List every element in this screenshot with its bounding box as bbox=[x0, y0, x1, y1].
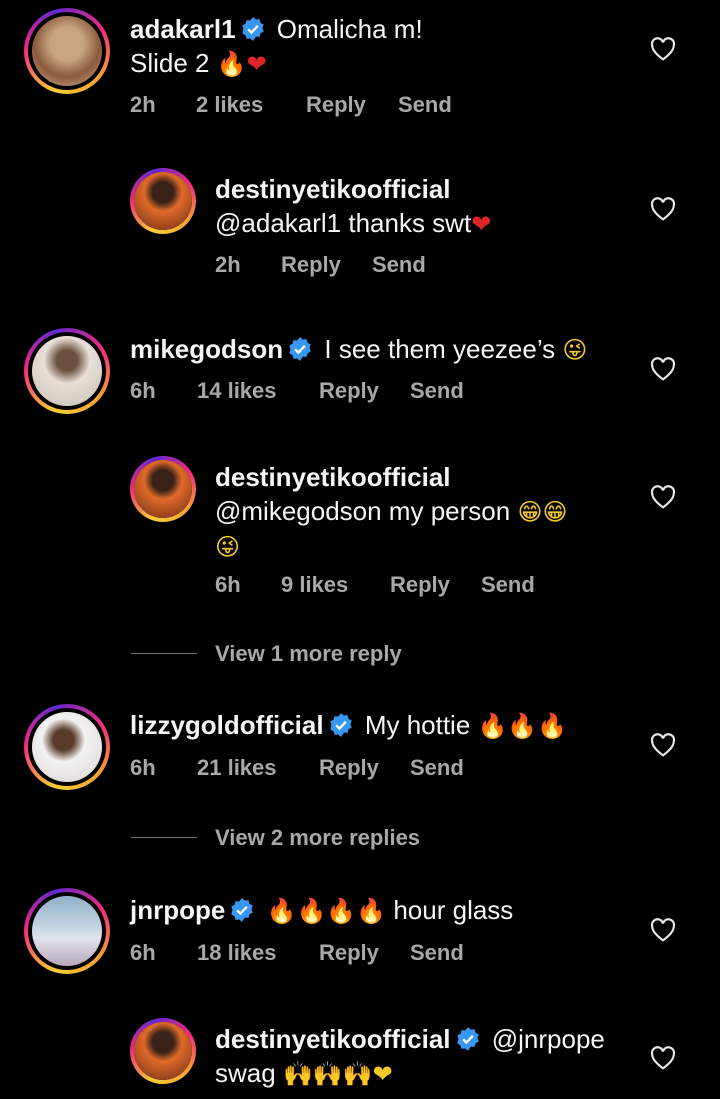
divider-line bbox=[131, 837, 197, 838]
send-button[interactable]: Send bbox=[410, 378, 464, 404]
verified-badge-icon bbox=[329, 713, 352, 737]
reply-button[interactable]: Reply bbox=[319, 940, 410, 966]
like-heart-icon[interactable] bbox=[650, 733, 676, 757]
comment-meta: 2h 2 likes Reply Send bbox=[130, 92, 452, 118]
comment-body: lizzygoldofficial My hottie 🔥🔥🔥 bbox=[130, 708, 567, 743]
likes-count[interactable]: 21 likes bbox=[197, 755, 319, 781]
comment-text: @mikegodson my person bbox=[215, 496, 511, 526]
comment-meta: 6h 14 likes Reply Send bbox=[130, 378, 464, 404]
reply-button[interactable]: Reply bbox=[281, 252, 372, 278]
send-button[interactable]: Send bbox=[398, 92, 452, 118]
like-heart-icon[interactable] bbox=[650, 37, 676, 61]
comment-body: destinyetikoofficial @mikegodson my pers… bbox=[215, 460, 567, 564]
divider-line bbox=[131, 653, 197, 654]
view-more-replies-button[interactable]: View 2 more replies bbox=[131, 825, 420, 851]
winking-tongue-emoji: 😜 bbox=[562, 336, 588, 364]
view-more-replies-button[interactable]: View 1 more reply bbox=[131, 641, 402, 667]
likes-count[interactable]: 14 likes bbox=[197, 378, 319, 404]
timestamp: 6h bbox=[130, 755, 156, 780]
reply-button[interactable]: Reply bbox=[319, 378, 410, 404]
avatar[interactable] bbox=[24, 8, 110, 94]
comment-text: Omalicha m! bbox=[276, 14, 423, 44]
comment-text: @adakarl1 thanks swt bbox=[215, 208, 472, 238]
comment-text: hour glass bbox=[393, 895, 514, 925]
comment-meta: 6h 21 likes Reply Send bbox=[130, 755, 464, 781]
avatar[interactable] bbox=[130, 1018, 196, 1084]
reply-button[interactable]: Reply bbox=[319, 755, 410, 781]
grinning-emoji: 😁😁 bbox=[517, 498, 568, 526]
comment-text: I see them yeezee’s bbox=[324, 334, 556, 364]
comment-meta: 6h 18 likes Reply Send bbox=[130, 940, 464, 966]
like-heart-icon[interactable] bbox=[650, 485, 676, 509]
avatar[interactable] bbox=[130, 168, 196, 234]
avatar[interactable] bbox=[24, 328, 110, 414]
comment-body: destinyetikoofficial @adakarl1 thanks sw… bbox=[215, 172, 491, 241]
likes-count[interactable]: 18 likes bbox=[197, 940, 319, 966]
comment-meta: 6h 9 likes Reply Send bbox=[215, 572, 535, 598]
send-button[interactable]: Send bbox=[410, 755, 464, 781]
verified-badge-icon bbox=[231, 898, 254, 922]
like-heart-icon[interactable] bbox=[650, 357, 676, 381]
username[interactable]: jnrpope bbox=[130, 895, 225, 925]
likes-count[interactable]: 9 likes bbox=[281, 572, 390, 598]
like-heart-icon[interactable] bbox=[650, 197, 676, 221]
fire-heart-emoji: 🔥❤ bbox=[216, 50, 267, 78]
fire-emoji: 🔥🔥🔥🔥 bbox=[266, 897, 387, 925]
comment-text-line2: Slide 2 bbox=[130, 48, 210, 78]
timestamp: 6h bbox=[130, 378, 156, 403]
view-more-label[interactable]: View 2 more replies bbox=[215, 825, 420, 850]
timestamp: 2h bbox=[215, 252, 241, 277]
timestamp: 6h bbox=[130, 940, 156, 965]
avatar[interactable] bbox=[24, 704, 110, 790]
avatar[interactable] bbox=[24, 888, 110, 974]
send-button[interactable]: Send bbox=[372, 252, 426, 278]
verified-badge-icon bbox=[289, 337, 311, 361]
heart-emoji: ❤ bbox=[471, 210, 492, 238]
timestamp: 2h bbox=[130, 92, 156, 117]
send-button[interactable]: Send bbox=[481, 572, 535, 598]
verified-badge-icon bbox=[456, 1027, 479, 1051]
username[interactable]: destinyetikoofficial bbox=[215, 462, 451, 492]
comment-body: mikegodson I see them yeezee’s 😜 bbox=[130, 332, 587, 367]
username[interactable]: destinyetikoofficial bbox=[215, 1024, 451, 1054]
send-button[interactable]: Send bbox=[410, 940, 464, 966]
username[interactable]: lizzygoldofficial bbox=[130, 710, 324, 740]
raising-hands-emoji: 🙌🙌🙌❤ bbox=[282, 1060, 393, 1088]
comment-body: adakarl1 Omalicha m! Slide 2 🔥❤ bbox=[130, 12, 423, 81]
comment-text: My hottie bbox=[364, 710, 471, 740]
comment-text-line2: swag bbox=[215, 1058, 276, 1088]
reply-button[interactable]: Reply bbox=[390, 572, 481, 598]
like-heart-icon[interactable] bbox=[650, 918, 676, 942]
view-more-label[interactable]: View 1 more reply bbox=[215, 641, 402, 666]
verified-badge-icon bbox=[241, 17, 264, 41]
username[interactable]: mikegodson bbox=[130, 334, 283, 364]
comment-body: destinyetikoofficial @jnrpope swag 🙌🙌🙌❤ bbox=[215, 1022, 605, 1091]
comment-body: jnrpope 🔥🔥🔥🔥 hour glass bbox=[130, 893, 513, 928]
username[interactable]: adakarl1 bbox=[130, 14, 236, 44]
fire-emoji: 🔥🔥🔥 bbox=[477, 712, 568, 740]
timestamp: 6h bbox=[215, 572, 241, 597]
winking-tongue-emoji: 😜 bbox=[215, 533, 241, 561]
like-heart-icon[interactable] bbox=[650, 1046, 676, 1070]
username[interactable]: destinyetikoofficial bbox=[215, 174, 451, 204]
reply-button[interactable]: Reply bbox=[306, 92, 398, 118]
comment-text: @jnrpope bbox=[491, 1024, 605, 1054]
comment-meta: 2h Reply Send bbox=[215, 252, 426, 278]
likes-count[interactable]: 2 likes bbox=[196, 92, 306, 118]
avatar[interactable] bbox=[130, 456, 196, 522]
